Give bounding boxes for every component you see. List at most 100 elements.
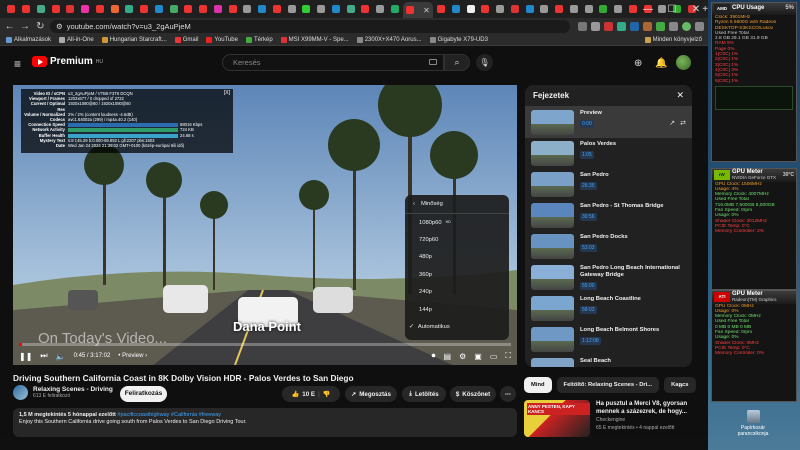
chapter-timestamp[interactable]: 30:56 [580,212,597,221]
extension-icon[interactable] [616,21,626,31]
chapter-thumbnail[interactable] [531,296,574,321]
browser-tab[interactable] [35,3,48,16]
site-info-icon[interactable]: ⚙ [56,22,63,31]
chapter-thumbnail[interactable] [531,234,574,259]
browser-tab[interactable] [197,3,210,16]
chapter-thumbnail[interactable] [531,172,574,197]
browser-tab[interactable] [108,3,121,16]
browser-tab[interactable] [64,3,77,16]
minimize-icon[interactable]: — [636,4,660,15]
browser-tab[interactable] [123,3,136,16]
pause-icon[interactable]: ❚❚ [19,352,32,361]
download-button[interactable]: ⤓ Letöltés [402,386,446,402]
browser-tab[interactable] [582,3,595,16]
browser-tab[interactable] [182,3,195,16]
browser-tab[interactable] [494,3,507,16]
browser-tab[interactable] [450,3,463,16]
chapter-item[interactable]: Seal Beach [525,355,692,367]
stats-close-button[interactable]: [X] [224,90,230,96]
close-icon[interactable]: ✕ [684,4,708,15]
quality-option[interactable]: 360p [405,266,509,283]
notifications-icon[interactable]: 🔔 [655,58,667,69]
recommended-video[interactable]: ANNY PESTEN, KAPY KANCS Ha pusztul a Mer… [524,400,694,437]
description-box[interactable]: 1,5 M megtekintés 5 hónappal ezelőtt #pa… [13,408,517,437]
channel-avatar[interactable] [13,385,28,400]
extension-icon[interactable] [655,21,665,31]
chapter-timestamp[interactable]: 55:00 [580,281,597,290]
chapter-item[interactable]: Palos Verdes 1:05 [525,138,692,169]
thanks-button[interactable]: $ Köszönet [450,386,496,402]
chapter-item[interactable]: Preview 0:00 ↗ ⇄ [525,107,692,138]
search-button[interactable]: ⌕ [444,54,470,71]
progress-bar[interactable] [19,343,511,346]
chapter-thumbnail[interactable] [531,327,574,352]
browser-tab[interactable] [138,3,151,16]
extension-icon[interactable] [629,21,639,31]
extension-icon[interactable] [577,21,587,31]
chapter-item[interactable]: San Pedro Docks 53:03 [525,231,692,262]
chevron-right-icon[interactable]: › [680,381,683,390]
dislike-icon[interactable]: 👎 [323,390,331,398]
browser-tab[interactable] [538,3,551,16]
close-icon[interactable]: ✕ [676,90,684,101]
youtube-logo[interactable]: Premium HU [32,56,103,67]
like-dislike-button[interactable]: 👍 10 E | 👎 [282,386,340,402]
chapter-thumbnail[interactable] [531,358,574,367]
browser-tab[interactable] [49,3,62,16]
keyboard-icon[interactable] [429,59,437,65]
chapter-timestamp[interactable]: 26:35 [580,181,597,190]
hamburger-icon[interactable]: ≡ [14,57,21,71]
bookmark-item[interactable]: All-in-One [59,36,94,43]
other-bookmarks[interactable]: Minden könyvjelző [644,36,702,43]
bookmark-item[interactable]: Hungarian Starcraft... [101,36,167,43]
forward-icon[interactable]: → [19,21,30,32]
browser-tab[interactable] [344,3,357,16]
chapter-timestamp[interactable]: 1:05 [580,150,594,159]
chapter-timestamp[interactable]: 53:03 [580,243,597,252]
bookmark-item[interactable]: MSI X99MM-V - Spe... [280,36,349,43]
chapter-thumbnail[interactable] [531,265,574,290]
url-bar[interactable]: ⚙ youtube.com/watch?v=u3_2gAuPjeM [49,19,570,33]
filter-chip[interactable]: Feltöltő: Relaxing Scenes - Dri... [556,377,660,393]
browser-tab-active[interactable]: ✕ [403,2,433,18]
browser-tab[interactable] [315,3,328,16]
fullscreen-icon[interactable]: ⛶ [505,351,511,361]
extension-icon[interactable] [642,21,652,31]
browser-tab[interactable] [300,3,313,16]
bookmark-star-icon[interactable] [590,21,600,31]
recommended-channel[interactable]: Checkengine [596,417,694,423]
recommended-thumbnail[interactable]: ANNY PESTEN, KAPY KANCS [524,400,590,437]
browser-tab[interactable] [374,3,387,16]
voice-search-button[interactable]: 🎙 [476,54,493,71]
browser-tab[interactable] [479,3,492,16]
quality-menu-header[interactable]: ‹ Minőség [405,195,509,214]
chapter-item[interactable]: Long Beach Belmont Shores 1:12:08 [525,324,692,355]
browser-tab[interactable] [256,3,269,16]
bookmark-item[interactable]: Alkalmazások [6,36,51,43]
like-icon[interactable]: 👍 [292,390,300,398]
browser-tab[interactable] [523,3,536,16]
chapter-timestamp[interactable]: 58:03 [580,305,597,314]
browser-tab[interactable] [271,3,284,16]
browser-tab[interactable] [509,3,522,16]
profile-icon[interactable] [681,21,691,31]
miniplayer-icon[interactable]: ▣ [474,352,482,361]
subscribe-button[interactable]: Feliratkozás [120,386,167,402]
menu-icon[interactable] [694,21,704,31]
next-icon[interactable]: ⏭ [40,351,47,361]
channel-name[interactable]: Relaxing Scenes - Driving [33,386,113,393]
volume-icon[interactable]: 🔈 [56,352,66,361]
autoplay-toggle[interactable]: ⏺ [432,351,436,361]
bookmark-item[interactable]: YouTube [206,36,238,43]
browser-tab[interactable] [389,3,402,16]
browser-tab[interactable] [212,3,225,16]
browser-tab[interactable] [5,3,18,16]
browser-tab[interactable] [612,3,625,16]
quality-option[interactable]: 720p60 [405,231,509,248]
chapter-item[interactable]: San Pedro 26:35 [525,169,692,200]
chapter-timestamp[interactable]: 1:12:08 [580,336,601,345]
browser-tab[interactable] [568,3,581,16]
bookmark-item[interactable]: Gmail [174,36,198,43]
recycle-bin-shortcut[interactable]: Papírkosár parancsikonja [733,410,773,437]
chapter-label[interactable]: • Preview › [118,353,147,359]
